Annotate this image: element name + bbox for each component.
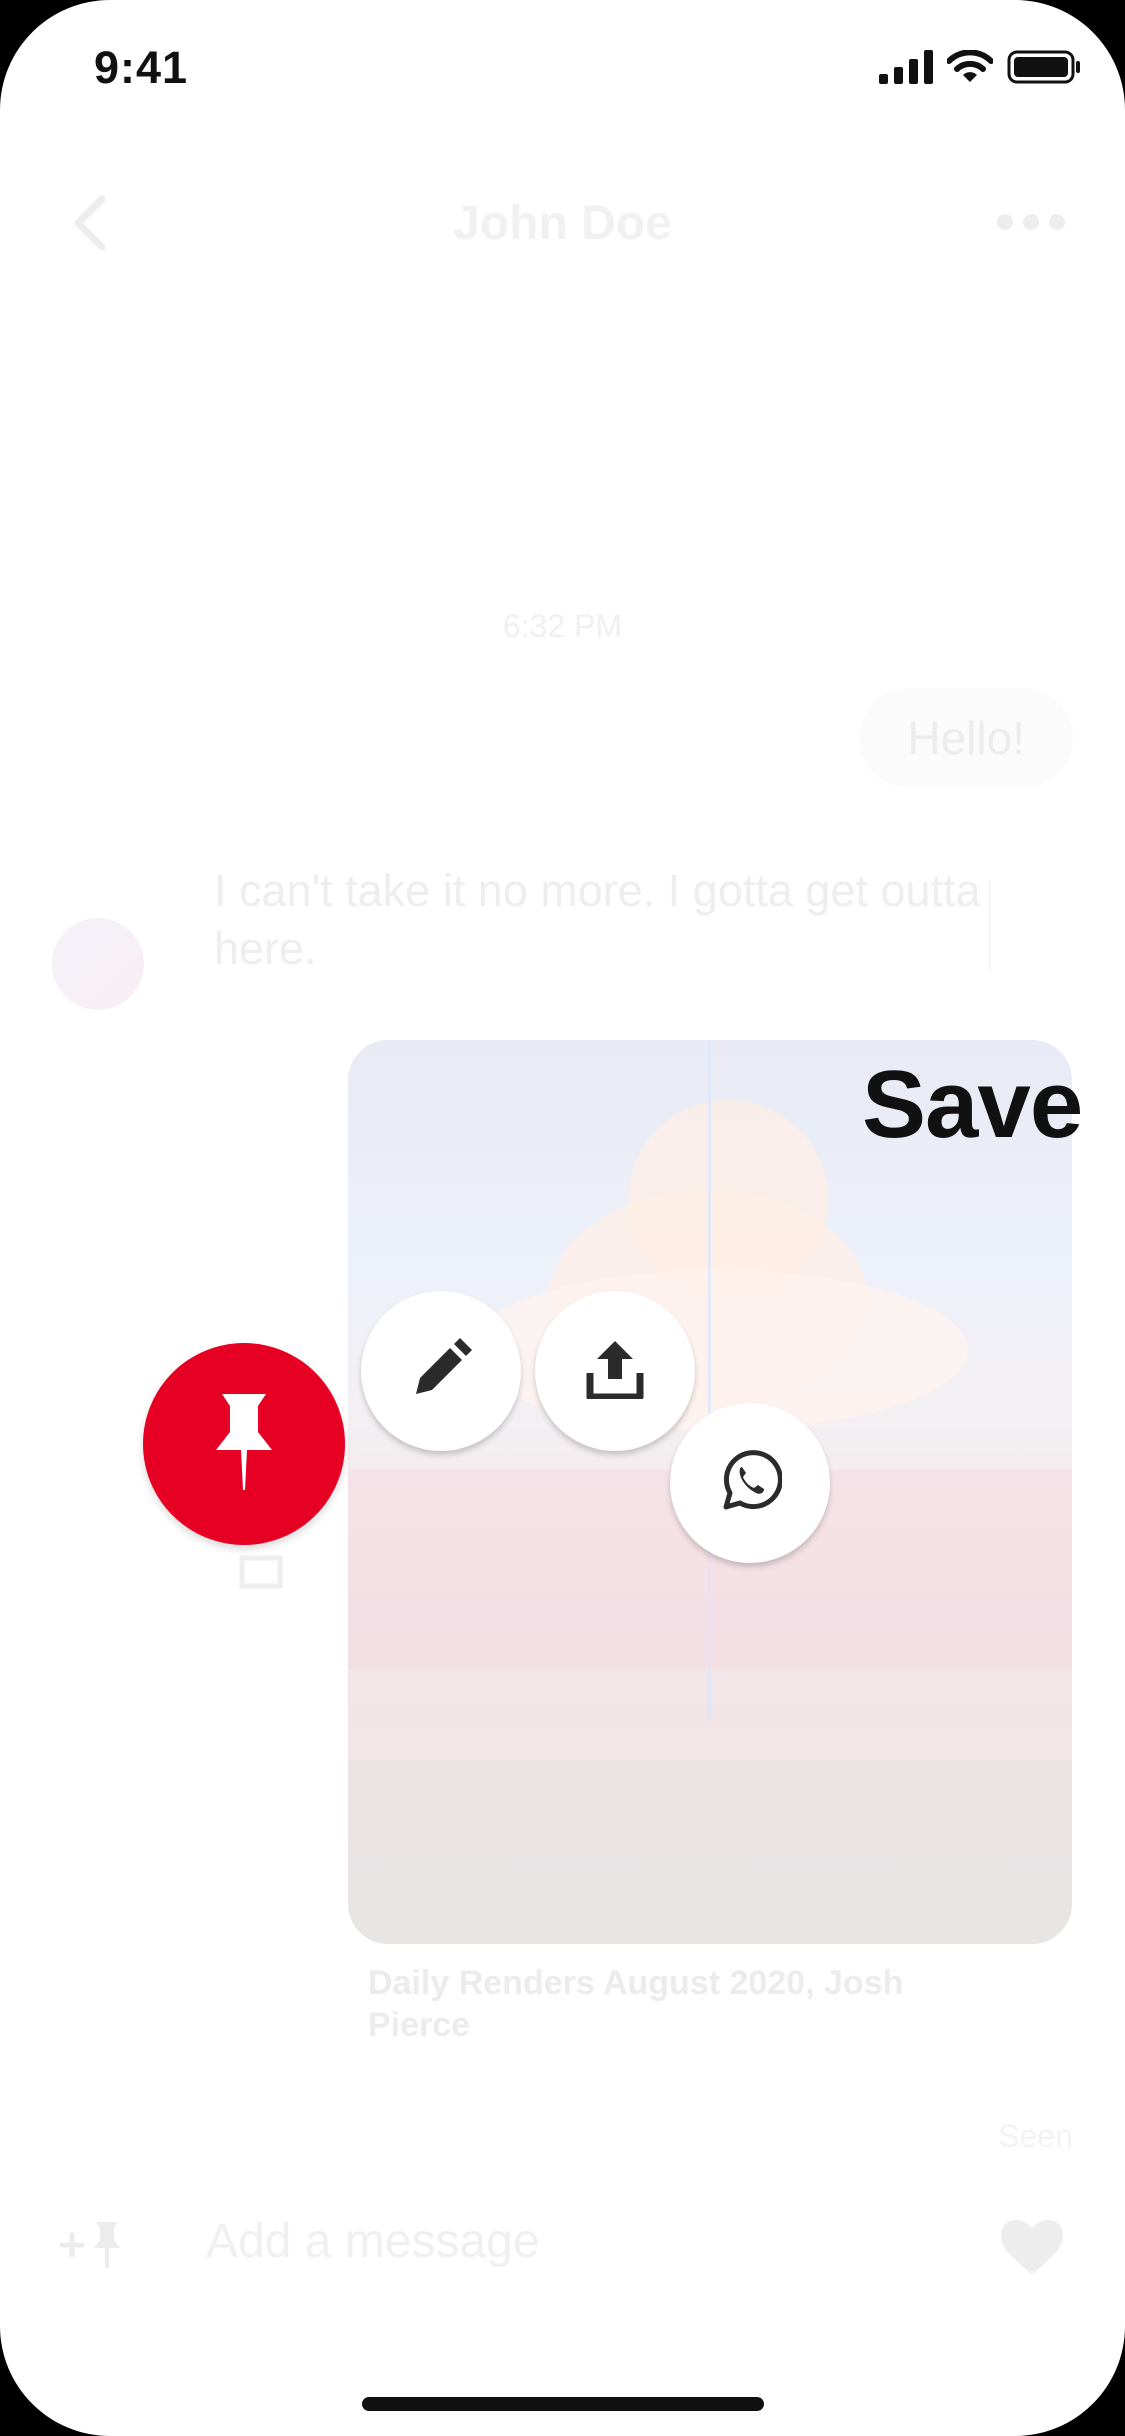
- save-pin-button[interactable]: [143, 1343, 345, 1545]
- share-upload-icon: [586, 1339, 644, 1404]
- share-icon: [236, 1540, 286, 1595]
- pin-icon: [214, 1392, 274, 1497]
- signal-icon: [879, 50, 933, 89]
- status-time: 9:41: [94, 42, 189, 93]
- outgoing-message: Hello!: [859, 688, 1073, 788]
- chat-background: John Doe 6:32 PM Hello! I can't take it …: [0, 0, 1125, 2436]
- share-button[interactable]: [535, 1291, 695, 1451]
- message-input[interactable]: Add a message: [206, 2214, 540, 2269]
- pencil-icon: [410, 1337, 472, 1405]
- incoming-message: I can't take it no more. I gotta get out…: [214, 865, 981, 974]
- add-pin-icon[interactable]: [58, 2218, 124, 2277]
- status-icons: [879, 49, 1081, 89]
- pin-caption: Daily Renders August 2020, Josh Pierce: [368, 1964, 904, 2044]
- home-indicator[interactable]: [362, 2397, 764, 2411]
- edit-button[interactable]: [361, 1291, 521, 1451]
- avatar[interactable]: [52, 918, 144, 1010]
- more-options-icon[interactable]: [997, 214, 1065, 230]
- conversation-title: John Doe: [453, 197, 672, 250]
- seen-status: Seen: [998, 2118, 1073, 2154]
- heart-icon[interactable]: [999, 2218, 1065, 2281]
- battery-icon: [1007, 50, 1081, 89]
- wifi-icon: [946, 49, 994, 89]
- divider: [988, 880, 991, 970]
- message-text: Hello!: [907, 712, 1025, 764]
- whatsapp-icon: [718, 1449, 783, 1518]
- save-label: Save: [862, 1051, 1083, 1158]
- phone-screen: John Doe 6:32 PM Hello! I can't take it …: [0, 0, 1125, 2436]
- whatsapp-button[interactable]: [670, 1403, 830, 1563]
- message-timestamp: 6:32 PM: [502, 608, 623, 644]
